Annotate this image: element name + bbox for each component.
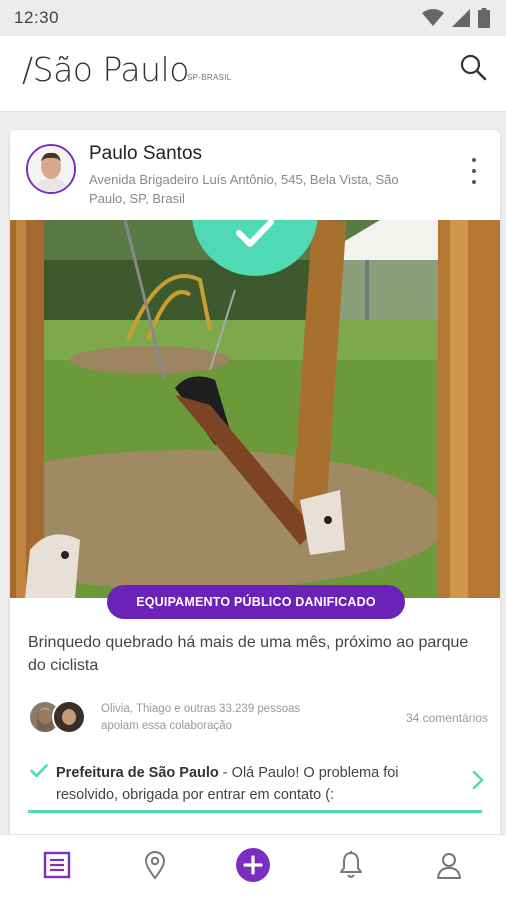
nav-feed[interactable]	[27, 840, 87, 896]
nav-map[interactable]	[125, 840, 185, 896]
check-icon	[30, 764, 48, 783]
nav-add[interactable]	[223, 840, 283, 896]
chevron-right-icon[interactable]	[472, 770, 484, 795]
nav-notifications[interactable]	[321, 840, 381, 896]
more-options-button[interactable]	[462, 156, 486, 186]
status-bar: 12:30	[0, 0, 506, 36]
avatar[interactable]	[26, 144, 76, 194]
notifications-icon	[338, 850, 364, 885]
page-subtitle: SP-BRASIL	[187, 73, 232, 82]
search-icon	[459, 53, 487, 86]
reply-text: Prefeitura de São Paulo - Olá Paulo! O p…	[56, 762, 446, 806]
wifi-icon	[422, 9, 444, 27]
feed-icon	[43, 851, 71, 884]
signal-icon	[452, 9, 470, 27]
status-time: 12:30	[14, 8, 60, 27]
bottom-nav	[0, 834, 506, 900]
official-reply[interactable]: Prefeitura de São Paulo - Olá Paulo! O p…	[28, 762, 490, 814]
supporters-row[interactable]: Olivia, Thiago e outras 33.239 pessoas a…	[28, 700, 488, 738]
more-dot-icon	[472, 158, 476, 162]
supporter-avatar	[52, 700, 86, 734]
app-bar: /São Paulo SP-BRASIL	[0, 36, 506, 112]
more-dot-icon	[472, 180, 476, 184]
check-icon	[235, 220, 275, 254]
nav-profile[interactable]	[419, 840, 479, 896]
user-name[interactable]: Paulo Santos	[89, 143, 202, 165]
reply-author: Prefeitura de São Paulo	[56, 765, 219, 781]
battery-icon	[478, 8, 490, 28]
post-photo[interactable]	[10, 220, 500, 598]
search-button[interactable]	[456, 52, 490, 86]
location-pin-icon	[143, 850, 167, 885]
profile-icon	[435, 851, 463, 884]
comments-link[interactable]: 34 comentários	[406, 711, 488, 725]
add-icon	[235, 847, 271, 888]
reply-divider	[28, 810, 482, 813]
more-dot-icon	[472, 169, 476, 173]
post-card[interactable]: Paulo Santos Avenida Brigadeiro Luís Ant…	[10, 130, 500, 840]
post-description: Brinquedo quebrado há mais de uma mês, p…	[28, 634, 469, 674]
supporters-text: Olivia, Thiago e outras 33.239 pessoas a…	[101, 703, 301, 732]
page-title: /São Paulo	[22, 50, 189, 89]
user-address: Avenida Brigadeiro Luís Antônio, 545, Be…	[89, 172, 399, 206]
status-icons	[422, 8, 490, 28]
category-badge[interactable]: EQUIPAMENTO PÚBLICO DANIFICADO	[107, 585, 405, 619]
